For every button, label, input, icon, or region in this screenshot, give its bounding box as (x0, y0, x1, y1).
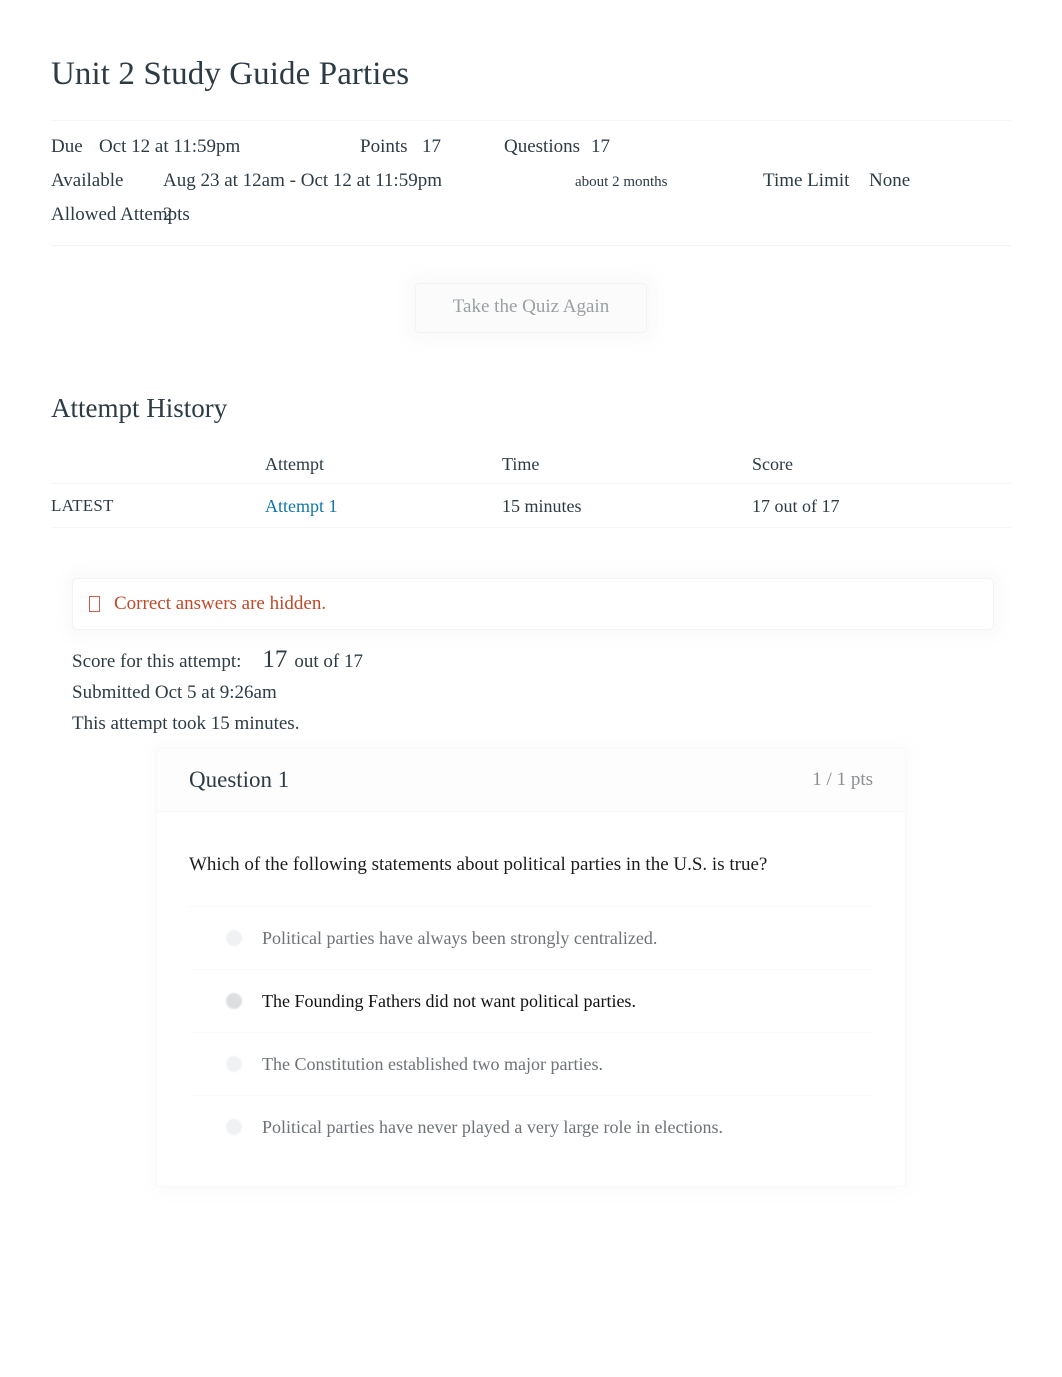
question-points: 1 / 1 pts (812, 769, 873, 790)
answer-option-3-label: The Constitution established two major p… (262, 1054, 603, 1074)
attempt-cell: Attempt 1 (265, 483, 502, 528)
score-for-attempt-value: 17 (262, 646, 288, 673)
available-duration: about 2 months (575, 174, 668, 190)
quiz-info-block: Due Oct 12 at 11:59pm Points 17 Question… (51, 120, 1011, 246)
column-header-score: Score (752, 445, 1011, 484)
attempt-history-table-body: LATEST Attempt 1 15 minutes 17 out of 17 (51, 483, 1011, 528)
hidden-answers-alert-text: Correct answers are hidden. (114, 593, 327, 614)
time-limit-label: Time Limit (763, 170, 850, 191)
table-header-row: Attempt Time Score (51, 445, 1011, 484)
latest-badge-label: LATEST (51, 496, 114, 515)
time-cell: 15 minutes (502, 483, 752, 528)
answer-option-3[interactable]: The Constitution established two major p… (189, 1032, 873, 1095)
allowed-attempts-value: 2 (163, 204, 173, 225)
questions-value: 17 (591, 136, 610, 157)
radio-button-icon[interactable] (226, 930, 242, 946)
score-cell: 17 out of 17 (752, 483, 1011, 528)
question-name: Question 1 (189, 767, 290, 792)
answer-option-2-label: The Founding Fathers did not want politi… (262, 991, 636, 1011)
submitted-line: Submitted Oct 5 at 9:26am (72, 682, 277, 703)
quiz-info-row-attempts: Allowed Attempts 2 (51, 198, 1011, 232)
questions-label: Questions (504, 136, 580, 157)
attempt-history-table-head: Attempt Time Score (51, 445, 1011, 484)
answer-option-4[interactable]: Political parties have never played a ve… (189, 1095, 873, 1158)
available-label: Available (51, 170, 124, 191)
attempt-summary: Score for this attempt: 17 out of 17 Sub… (72, 644, 363, 739)
time-limit-value: None (869, 170, 911, 191)
latest-badge: LATEST (51, 483, 265, 528)
allowed-attempts-label: Allowed Attempts (51, 204, 190, 225)
radio-button-selected-icon[interactable] (226, 993, 242, 1009)
answer-list: Political parties have always been stron… (189, 906, 873, 1186)
question-body: Which of the following statements about … (157, 812, 905, 1186)
table-row: LATEST Attempt 1 15 minutes 17 out of 17 (51, 483, 1011, 528)
radio-button-icon[interactable] (226, 1119, 242, 1135)
score-for-attempt-label: Score for this attempt: (72, 651, 242, 672)
attempt-history-table: Attempt Time Score LATEST Attempt 1 15 m… (51, 445, 1011, 528)
answer-option-1-label: Political parties have always been stron… (262, 928, 658, 948)
question-text: Which of the following statements about … (189, 854, 768, 875)
quiz-info-row-due: Due Oct 12 at 11:59pm Points 17 Question… (51, 130, 1011, 164)
due-label: Due (51, 136, 83, 157)
column-header-time: Time (502, 445, 752, 484)
score-for-attempt-line: Score for this attempt: 17 out of 17 (72, 644, 363, 677)
quiz-info-row-available: Available Aug 23 at 12am - Oct 12 at 11:… (51, 164, 1011, 198)
attempt-1-link[interactable]: Attempt 1 (265, 496, 338, 516)
available-value: Aug 23 at 12am - Oct 12 at 11:59pm (163, 170, 442, 191)
page-title: Unit 2 Study Guide Parties (51, 56, 410, 92)
score-for-attempt-suffix: out of 17 (294, 651, 363, 672)
attempt-history-heading: Attempt History (51, 393, 228, 423)
hidden-answers-alert: Correct answers are hidden. (72, 578, 994, 630)
retake-button-container: Take the Quiz Again (0, 283, 1062, 333)
info-circle-icon (89, 596, 100, 612)
points-label: Points (360, 136, 408, 157)
attempt-duration-line: This attempt took 15 minutes. (72, 713, 300, 734)
answer-option-4-label: Political parties have never played a ve… (262, 1117, 723, 1137)
answer-option-2[interactable]: The Founding Fathers did not want politi… (189, 969, 873, 1032)
take-quiz-again-button[interactable]: Take the Quiz Again (415, 283, 647, 333)
answer-option-1[interactable]: Political parties have always been stron… (189, 906, 873, 969)
question-card: Question 1 1 / 1 pts Which of the follow… (156, 748, 906, 1187)
radio-button-icon[interactable] (226, 1056, 242, 1072)
question-header: Question 1 1 / 1 pts (157, 749, 905, 812)
due-value: Oct 12 at 11:59pm (99, 136, 241, 157)
quiz-results-page: Unit 2 Study Guide Parties Due Oct 12 at… (0, 0, 1062, 1377)
points-value: 17 (422, 136, 441, 157)
column-header-blank (51, 445, 265, 484)
column-header-attempt: Attempt (265, 445, 502, 484)
